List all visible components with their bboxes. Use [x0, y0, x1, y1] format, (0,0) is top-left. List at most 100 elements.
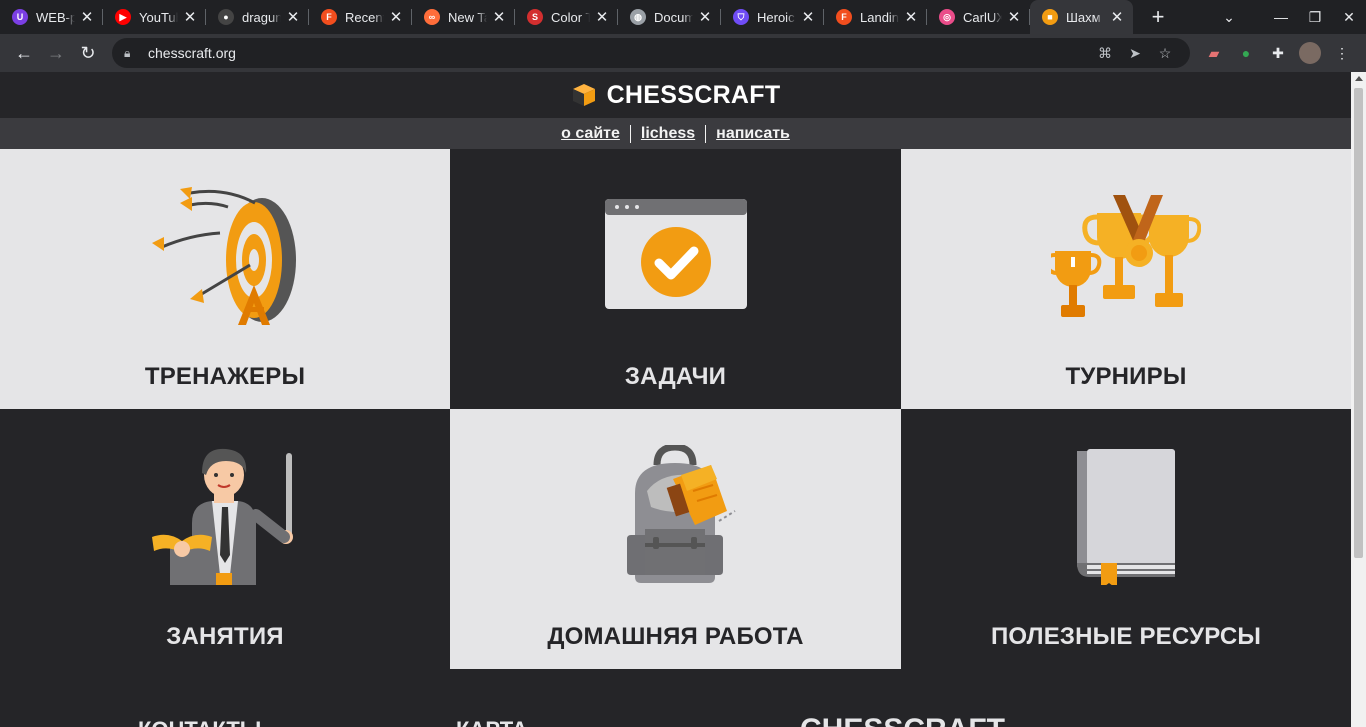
extension-badge-icon[interactable]: ▰	[1198, 45, 1230, 62]
back-button[interactable]: ←	[8, 37, 40, 69]
tile-label: ДОМАШНЯЯ РАБОТА	[547, 623, 804, 650]
tab-list: UWEB-p✕▶YouTub✕●dragun✕FRecent✕∞New Ta✕S…	[0, 0, 1133, 34]
browser-tab[interactable]: F Landin ✕	[824, 0, 927, 34]
site-footer: КОНТАКТЫ КАРТА CHESSCRAFT	[0, 669, 1351, 727]
footer-brand: CHESSCRAFT	[800, 713, 1005, 727]
extensions-area: ▰ ● ✚ ⋮	[1198, 42, 1358, 64]
tab-title: YouTub	[139, 9, 178, 25]
browser-tab[interactable]: U WEB-p ✕	[0, 0, 103, 34]
tile-homework[interactable]: ДОМАШНЯЯ РАБОТА	[450, 409, 901, 669]
nav-link-write[interactable]: написать	[706, 125, 800, 143]
tab-close-icon[interactable]: ✕	[491, 8, 507, 26]
teacher-icon	[150, 445, 300, 585]
tab-title: Heroic	[757, 9, 795, 25]
tab-favicon-icon: ◍	[630, 9, 646, 25]
tab-favicon-icon: ∞	[424, 9, 440, 25]
browser-tab[interactable]: ◎ CarlUX ✕	[927, 0, 1030, 34]
nav-link-lichess[interactable]: lichess	[631, 125, 705, 143]
tab-favicon-icon: F	[836, 9, 852, 25]
tab-favicon-icon: ⛉	[733, 9, 749, 25]
tab-favicon-icon: ●	[218, 9, 234, 25]
tab-close-icon[interactable]: ✕	[79, 8, 95, 26]
tile-label: ТРЕНАЖЕРЫ	[144, 363, 306, 390]
tab-favicon-icon: ◎	[939, 9, 955, 25]
window-controls: ⌄ — ❐ ✕	[1212, 0, 1366, 34]
forward-button[interactable]: →	[40, 37, 72, 69]
browser-tab[interactable]: ■ Шахм ✕	[1030, 0, 1133, 34]
page-scrollbar[interactable]	[1351, 72, 1366, 727]
restore-button[interactable]: ❐	[1298, 9, 1332, 26]
tile-label: ПОЛЕЗНЫЕ РЕСУРСЫ	[990, 623, 1262, 650]
tab-favicon-icon: S	[527, 9, 543, 25]
profile-avatar[interactable]	[1299, 42, 1321, 64]
url-text[interactable]: chesscraft.org	[148, 45, 1090, 61]
tab-title: Recent	[345, 9, 384, 25]
tab-close-icon[interactable]: ✕	[903, 8, 919, 26]
footer-contacts-heading: КОНТАКТЫ	[138, 717, 261, 727]
tab-favicon-icon: ▶	[115, 9, 131, 25]
tab-close-icon[interactable]: ✕	[285, 8, 301, 26]
extensions-puzzle-icon[interactable]: ✚	[1262, 45, 1294, 62]
tab-close-icon[interactable]: ✕	[594, 8, 610, 26]
section-grid: ТРЕНАЖЕРЫ ЗАДАЧИ ТУРНИРЫ ЗАНЯТИЯ ДОМАШНЯ…	[0, 149, 1351, 669]
tile-label: ТУРНИРЫ	[1065, 363, 1187, 390]
tab-close-icon[interactable]: ✕	[800, 8, 816, 26]
browser-tab[interactable]: ⛉ Heroic ✕	[721, 0, 824, 34]
address-bar[interactable]: 🔒︎ chesscraft.org ⌘ ➤ ☆	[112, 38, 1190, 68]
tab-title: WEB-p	[36, 9, 75, 25]
extension-sync-icon[interactable]: ●	[1230, 45, 1262, 61]
trophy-icon	[1051, 185, 1201, 325]
browser-tab[interactable]: ∞ New Ta ✕	[412, 0, 515, 34]
tab-title: Landin	[860, 9, 899, 25]
tab-search-icon[interactable]: ⌄	[1212, 9, 1246, 26]
browser-menu-icon[interactable]: ⋮	[1326, 45, 1358, 62]
browser-toolbar: ← → ↻ 🔒︎ chesscraft.org ⌘ ➤ ☆ ▰ ● ✚ ⋮	[0, 34, 1366, 72]
browser-tab[interactable]: F Recent ✕	[309, 0, 412, 34]
tab-title: Docum	[654, 9, 693, 25]
checkmark-window-icon	[601, 185, 751, 325]
tab-favicon-icon: ■	[1042, 9, 1058, 25]
chesscraft-logo-icon	[572, 84, 595, 106]
tab-title: New Ta	[448, 9, 487, 25]
browser-tab[interactable]: S Color T ✕	[515, 0, 618, 34]
tab-title: dragun	[242, 9, 281, 25]
tab-close-icon[interactable]: ✕	[182, 8, 198, 26]
footer-map-heading: КАРТА	[456, 717, 528, 727]
tab-favicon-icon: U	[12, 9, 28, 25]
tile-resources[interactable]: ПОЛЕЗНЫЕ РЕСУРСЫ	[901, 409, 1351, 669]
close-window-button[interactable]: ✕	[1332, 9, 1366, 26]
tab-favicon-icon: F	[321, 9, 337, 25]
tile-tournaments[interactable]: ТУРНИРЫ	[901, 149, 1351, 409]
tile-lessons[interactable]: ЗАНЯТИЯ	[0, 409, 450, 669]
nav-link-about[interactable]: о сайте	[551, 125, 630, 143]
target-icon	[150, 185, 300, 325]
minimize-button[interactable]: —	[1264, 9, 1298, 25]
new-tab-button[interactable]: +	[1141, 4, 1175, 30]
tab-close-icon[interactable]: ✕	[1006, 8, 1022, 26]
tab-title: CarlUX	[963, 9, 1002, 25]
send-icon[interactable]: ➤	[1120, 45, 1150, 62]
scroll-up-arrow-icon[interactable]	[1355, 76, 1363, 81]
tab-close-icon[interactable]: ✕	[388, 8, 404, 26]
tab-title: Color T	[551, 9, 590, 25]
browser-tab[interactable]: ▶ YouTub✕	[103, 0, 206, 34]
browser-tab[interactable]: ● dragun ✕	[206, 0, 309, 34]
site-nav: о сайте lichess написать	[0, 118, 1351, 149]
lock-icon[interactable]: 🔒︎	[124, 46, 138, 61]
book-icon	[1051, 445, 1201, 585]
site-brand[interactable]: CHESSCRAFT	[607, 81, 781, 110]
tab-close-icon[interactable]: ✕	[1109, 8, 1125, 26]
browser-tab[interactable]: ◍ Docum ✕	[618, 0, 721, 34]
tile-trainers[interactable]: ТРЕНАЖЕРЫ	[0, 149, 450, 409]
bookmark-star-icon[interactable]: ☆	[1150, 45, 1180, 62]
site-header: CHESSCRAFT	[0, 72, 1351, 118]
tab-close-icon[interactable]: ✕	[697, 8, 713, 26]
translate-icon[interactable]: ⌘	[1090, 45, 1120, 62]
reload-button[interactable]: ↻	[72, 37, 104, 69]
scrollbar-thumb[interactable]	[1354, 88, 1363, 558]
tile-label: ЗАДАЧИ	[624, 363, 727, 390]
tile-tasks[interactable]: ЗАДАЧИ	[450, 149, 901, 409]
tile-label: ЗАНЯТИЯ	[166, 623, 284, 650]
backpack-icon	[601, 445, 751, 585]
tab-title: Шахм	[1066, 9, 1101, 25]
